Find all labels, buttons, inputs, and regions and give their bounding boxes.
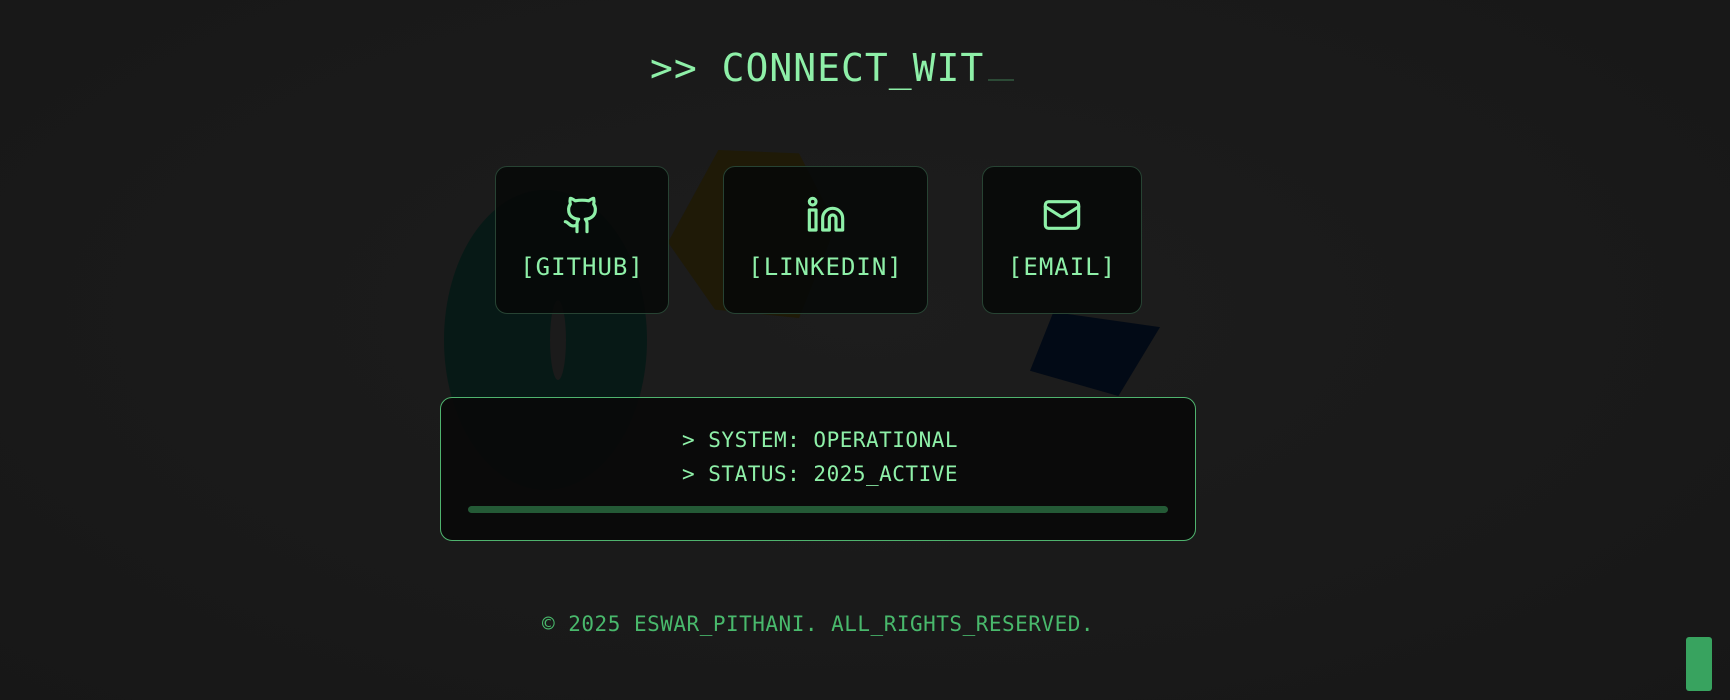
linkedin-link-card[interactable]: [LINKEDIN]	[723, 166, 928, 314]
linkedin-label: [LINKEDIN]	[748, 253, 903, 281]
contact-section: >> CONNECT_WIT [GITHUB] [LINKEDIN] [EMAI…	[0, 0, 1730, 700]
status-progress-bar	[468, 506, 1168, 513]
section-title: >> CONNECT_WIT	[650, 46, 1015, 90]
system-status-panel: > SYSTEM: OPERATIONAL > STATUS: 2025_ACT…	[440, 397, 1196, 541]
email-label: [EMAIL]	[1007, 253, 1117, 281]
section-title-text: >> CONNECT_WIT	[650, 46, 985, 90]
background-diamond-shape	[1030, 312, 1160, 396]
mail-icon	[1040, 193, 1084, 237]
github-link-card[interactable]: [GITHUB]	[495, 166, 669, 314]
linkedin-icon	[804, 193, 848, 237]
scroll-to-top-button[interactable]	[1686, 637, 1712, 691]
system-status-line: > SYSTEM: OPERATIONAL	[682, 428, 959, 452]
typing-cursor	[988, 79, 1015, 81]
footer-copyright: © 2025 ESWAR_PITHANI. ALL_RIGHTS_RESERVE…	[541, 612, 1094, 636]
status-progress-fill	[468, 506, 1168, 513]
active-status-line: > STATUS: 2025_ACTIVE	[682, 462, 959, 486]
email-link-card[interactable]: [EMAIL]	[982, 166, 1142, 314]
github-icon	[560, 193, 604, 237]
github-label: [GITHUB]	[520, 253, 644, 281]
